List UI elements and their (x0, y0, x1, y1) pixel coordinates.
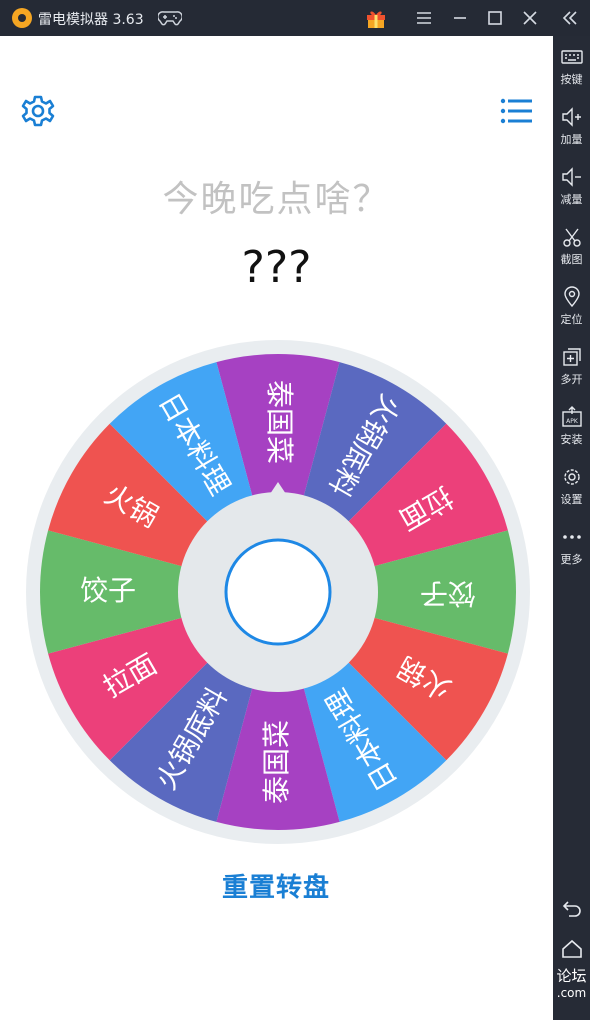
sidebar-item-label: 安装 (560, 433, 583, 446)
close-icon[interactable] (518, 6, 542, 30)
list-menu-button[interactable] (498, 93, 534, 129)
gift-icon[interactable] (364, 6, 388, 30)
sidebar-item-settings[interactable]: 设置 (553, 464, 590, 520)
settings-button[interactable] (20, 93, 56, 129)
gamepad-icon[interactable] (157, 9, 183, 31)
sidebar-item-install-apk[interactable]: APK 安装 (553, 404, 590, 460)
reset-wheel-button[interactable]: 重置转盘 (176, 867, 376, 904)
watermark-line-1: 论坛 (556, 967, 587, 985)
sidebar-item-label: 加量 (560, 133, 583, 146)
sidebar-item-multi-open[interactable]: 多开 (553, 344, 590, 400)
sidebar-item-more[interactable]: 更多 (553, 524, 590, 580)
gear-icon (21, 95, 55, 127)
wheel-segment-label: 饺子 (420, 577, 476, 610)
emulator-sidebar: 按键 加量 减量 截图 定位 多开 APK 安装 设置 更多 (553, 36, 590, 1020)
title-bar: 雷电模拟器 3.63 (0, 0, 590, 36)
keyboard-icon (560, 50, 583, 64)
sidebar-item-label: 截图 (560, 253, 583, 266)
wheel-segment-label: 泰国菜 (263, 380, 296, 464)
spin-result: ??? (241, 242, 312, 293)
multi-open-icon (562, 348, 581, 366)
watermark: 论坛 .com (553, 968, 590, 1020)
sidebar-item-volume-up[interactable]: 加量 (553, 104, 590, 160)
menu-icon[interactable] (412, 6, 436, 30)
svg-text:APK: APK (566, 418, 579, 425)
more-icon (562, 535, 581, 539)
sidebar-item-label: 按键 (560, 73, 583, 86)
location-icon (563, 286, 580, 308)
back-icon[interactable] (553, 894, 590, 924)
scissors-icon (562, 228, 581, 247)
gear-icon (563, 469, 580, 485)
collapse-sidebar-icon[interactable] (558, 6, 582, 30)
minimize-icon[interactable] (448, 6, 472, 30)
volume-down-icon (561, 167, 581, 187)
sidebar-item-label: 设置 (560, 493, 583, 506)
app-logo-icon (12, 8, 32, 28)
sidebar-item-label: 定位 (560, 313, 583, 326)
app-screen: 今晚吃点啥？ ??? 泰国菜 火锅底料 拉面 饺子 火锅 日本料理 泰国菜 火锅底料 拉面 饺子火… (0, 36, 553, 1020)
apk-install-icon: APK (561, 406, 582, 427)
wheel-segment-label: 饺子 (80, 574, 136, 607)
sidebar-item-label: 减量 (560, 193, 583, 206)
wheel-segment-label: 泰国菜 (260, 720, 293, 804)
sidebar-item-volume-down[interactable]: 减量 (553, 164, 590, 220)
volume-up-icon (561, 107, 581, 127)
sidebar-item-keymap[interactable]: 按键 (553, 44, 590, 100)
watermark-line-2: .com (556, 986, 587, 1000)
window-title: 雷电模拟器 3.63 (38, 12, 144, 28)
wheel-graphic[interactable]: 泰国菜 火锅底料拉面饺子火锅日本料理泰国菜火锅底料拉面饺子火锅日本料理 (24, 338, 532, 846)
sidebar-item-screenshot[interactable]: 截图 (553, 224, 590, 280)
sidebar-item-label: 更多 (560, 553, 583, 566)
maximize-icon[interactable] (483, 6, 507, 30)
prize-wheel[interactable]: 泰国菜 火锅底料 拉面 饺子 火锅 日本料理 泰国菜 火锅底料 拉面 饺子 火锅 日本料理 (24, 338, 532, 846)
prompt-question: 今晚吃点啥？ (162, 179, 391, 220)
home-icon[interactable] (553, 934, 590, 964)
sidebar-item-label: 多开 (560, 373, 583, 386)
list-icon (500, 98, 532, 124)
sidebar-item-location[interactable]: 定位 (553, 284, 590, 340)
spin-button[interactable] (224, 538, 332, 646)
